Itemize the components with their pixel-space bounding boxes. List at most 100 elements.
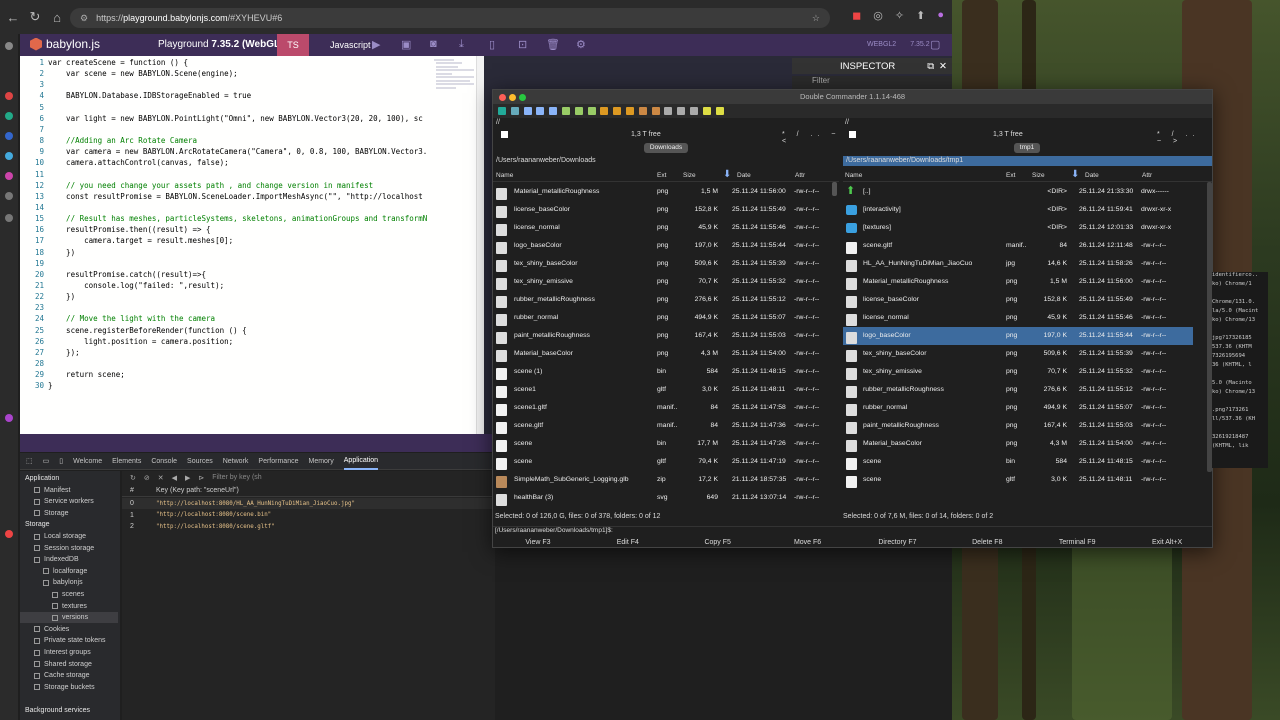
app-tree-item[interactable]: Cache storage [20, 670, 90, 681]
app-tree-item[interactable]: Local storage [20, 531, 86, 542]
file-row[interactable]: logo_baseColor png 197,0 K 25.11.24 11:55:4… [843, 327, 1193, 345]
device-toolbar-icon[interactable]: ▭ [43, 457, 50, 465]
col-size[interactable]: Size [1032, 172, 1045, 179]
file-row[interactable]: scene gltf 3,0 K 25.11.24 11:48:11 -rw-r--r-… [843, 471, 1193, 489]
sidebar-app-icon[interactable] [5, 112, 13, 120]
sidebar-app-icon[interactable] [5, 152, 13, 160]
sidebar-app-icon[interactable] [5, 192, 13, 200]
file-row[interactable]: HL_AA_HunNingTuDiMian_JiaoCuo jpg 14,6 K 25… [843, 255, 1193, 273]
col-attr[interactable]: Attr [795, 172, 805, 179]
new-file-icon[interactable]: ▯ [489, 38, 495, 51]
idb-row[interactable]: 2 "http://localhost:8080/scene.gltf" [122, 521, 495, 532]
code-line[interactable]: 6 var light = new BABYLON.PointLight("Om… [20, 114, 422, 125]
close-window-button[interactable] [499, 94, 506, 101]
toolbar-button-icon[interactable] [510, 107, 519, 115]
code-line[interactable]: 28 [20, 359, 48, 370]
typescript-button[interactable]: TS [277, 34, 309, 56]
sidebar-app-icon[interactable] [5, 172, 13, 180]
app-tree-item[interactable]: Storage [20, 508, 69, 519]
file-row[interactable]: scene1.gltf manif.. 84 25.11.24 11:47:58 -rw… [493, 399, 831, 417]
file-row[interactable]: logo_baseColor png 197,0 K 25.11.24 11:55:4… [493, 237, 831, 255]
toolbar-button-icon[interactable] [587, 107, 596, 115]
app-tree-item[interactable]: versions [20, 612, 118, 624]
file-row[interactable]: [interactivity] <DIR> 26.11.24 11:59:41 drw… [843, 201, 1193, 219]
extensions-puzzle-icon[interactable]: ✧ [895, 9, 904, 22]
file-row[interactable]: Material_baseColor png 4,3 M 25.11.24 11:54… [843, 435, 1193, 453]
app-tree-item[interactable]: Service workers [20, 496, 94, 507]
toolbar-button-icon[interactable] [651, 107, 660, 115]
col-size[interactable]: Size [683, 172, 696, 179]
reload-icon[interactable]: ↻ [24, 6, 46, 28]
address-bar[interactable]: ⚙ https://playground.babylonjs.com/#XYHE… [70, 8, 830, 28]
sidebar-app-icon[interactable] [5, 42, 13, 50]
toolbar-button-icon[interactable] [574, 107, 583, 115]
col-ext[interactable]: Ext [657, 172, 666, 179]
toolbar-button-icon[interactable] [549, 107, 558, 115]
file-row[interactable]: scene gltf 79,4 K 25.11.24 11:47:19 -rw-r--r… [493, 453, 831, 471]
code-line[interactable]: 27 }); [20, 348, 80, 359]
file-row[interactable]: paint_metallicRoughness png 167,4 K 25.11.2… [493, 327, 831, 345]
toolbar-button-icon[interactable] [562, 107, 570, 115]
file-row[interactable]: license_normal png 45,9 K 25.11.24 11:55:46… [843, 309, 1193, 327]
run-icon[interactable]: ▶ [372, 38, 380, 51]
app-tree-item[interactable]: Storage buckets [20, 682, 95, 693]
code-line[interactable]: 23 [20, 303, 48, 314]
file-row[interactable]: tex_shiny_emissive png 70,7 K 25.11.24 11:5… [493, 273, 831, 291]
settings-icon[interactable]: ⚙ [576, 38, 586, 51]
minimize-window-button[interactable] [509, 94, 516, 101]
toolbar-button-icon[interactable] [626, 107, 634, 115]
code-line[interactable]: 12 // you need change your assets path ,… [20, 181, 373, 192]
sidebar-app-icon[interactable] [5, 530, 13, 538]
code-line[interactable]: 18 }) [20, 248, 75, 259]
close-icon[interactable]: ✕ [939, 61, 947, 72]
reading-list-icon[interactable]: ⬆ [916, 9, 925, 22]
extension-icon[interactable]: ◎ [873, 9, 883, 22]
site-settings-icon[interactable]: ⚙ [80, 13, 88, 24]
sort-arrow-icon[interactable]: ⬇ [723, 169, 731, 180]
tab-tmp1[interactable]: tmp1 [1014, 143, 1040, 153]
app-tree-item[interactable]: Cookies [20, 624, 69, 635]
code-line[interactable]: 15 // Result has meshes, particleSystems… [20, 214, 427, 225]
file-row[interactable]: scene1 gltf 3,0 K 25.11.24 11:48:11 -rw-r--r… [493, 381, 831, 399]
file-row[interactable]: SimpleMath_SubGeneric_Logging.glb zip 17,2… [493, 471, 831, 489]
devtools-tab-application[interactable]: Application [343, 453, 379, 470]
right-nav-buttons[interactable]: * / .. ~ > [1157, 131, 1211, 145]
file-row[interactable]: tex_shiny_baseColor png 509,6 K 25.11.24 11… [493, 255, 831, 273]
file-row[interactable]: scene.gltf manif.. 84 26.11.24 12:11:48 -rw-… [843, 237, 1193, 255]
code-line[interactable]: 22 }) [20, 292, 75, 303]
code-line[interactable]: 17 camera.target = result.meshes[0]; [20, 236, 233, 247]
back-icon[interactable]: ← [2, 6, 24, 28]
fkey-button[interactable]: Exit Alt+X [1122, 537, 1212, 548]
terminal-window[interactable]: identifierco.. ko) Chrome/1 Chrome/131.0. l… [1212, 272, 1268, 468]
col-date[interactable]: Date [737, 172, 751, 179]
devtools-tab-welcome[interactable]: Welcome [73, 453, 102, 470]
clear-icon[interactable]: ⊘ [144, 474, 150, 482]
code-line[interactable]: 16 resultPromise.then((result) => { [20, 225, 211, 236]
idb-filter-input[interactable]: Filter by key (sh [212, 474, 261, 481]
code-line[interactable]: 3 [20, 80, 48, 91]
file-row[interactable]: ⬆ [..] <DIR> 25.11.24 21:33:30 drwx------ [843, 183, 1193, 201]
app-tree-item[interactable]: scenes [20, 589, 84, 600]
app-tree-item[interactable]: Private state tokens [20, 635, 105, 646]
dock-icon[interactable]: ▯ [59, 457, 63, 465]
devtools-tab-sources[interactable]: Sources [187, 453, 213, 470]
download-icon[interactable]: ⤓ [459, 38, 464, 51]
fkey-button[interactable]: Edit F4 [583, 537, 673, 548]
sidebar-app-icon[interactable] [5, 92, 13, 100]
code-minimap[interactable] [434, 58, 476, 92]
profile-avatar-icon[interactable]: ● [937, 9, 944, 22]
code-line[interactable]: 4 BABYLON.Database.IDBStorageEnabled = t… [20, 91, 251, 102]
tab-downloads[interactable]: Downloads [644, 143, 688, 153]
file-row[interactable]: license_baseColor png 152,8 K 25.11.24 11:5… [843, 291, 1193, 309]
code-line[interactable]: 10 camera.attachControl(canvas, false); [20, 158, 229, 169]
file-row[interactable]: license_baseColor png 152,8 K 25.11.24 11:5… [493, 201, 831, 219]
next-page-icon[interactable]: ▶ [185, 474, 190, 482]
extension-icon[interactable]: ◼ [852, 9, 861, 22]
devtools-tab-console[interactable]: Console [151, 453, 177, 470]
file-row[interactable]: [textures] <DIR> 25.11.24 12:01:33 drwxr-xr… [843, 219, 1193, 237]
code-line[interactable]: 13 const resultPromise = BABYLON.SceneLo… [20, 192, 423, 203]
code-line[interactable]: 7 [20, 125, 48, 136]
app-tree-item[interactable]: localforage [20, 566, 87, 577]
left-nav-buttons[interactable]: * / .. ~ < [782, 131, 841, 145]
toolbar-button-icon[interactable] [664, 107, 673, 115]
